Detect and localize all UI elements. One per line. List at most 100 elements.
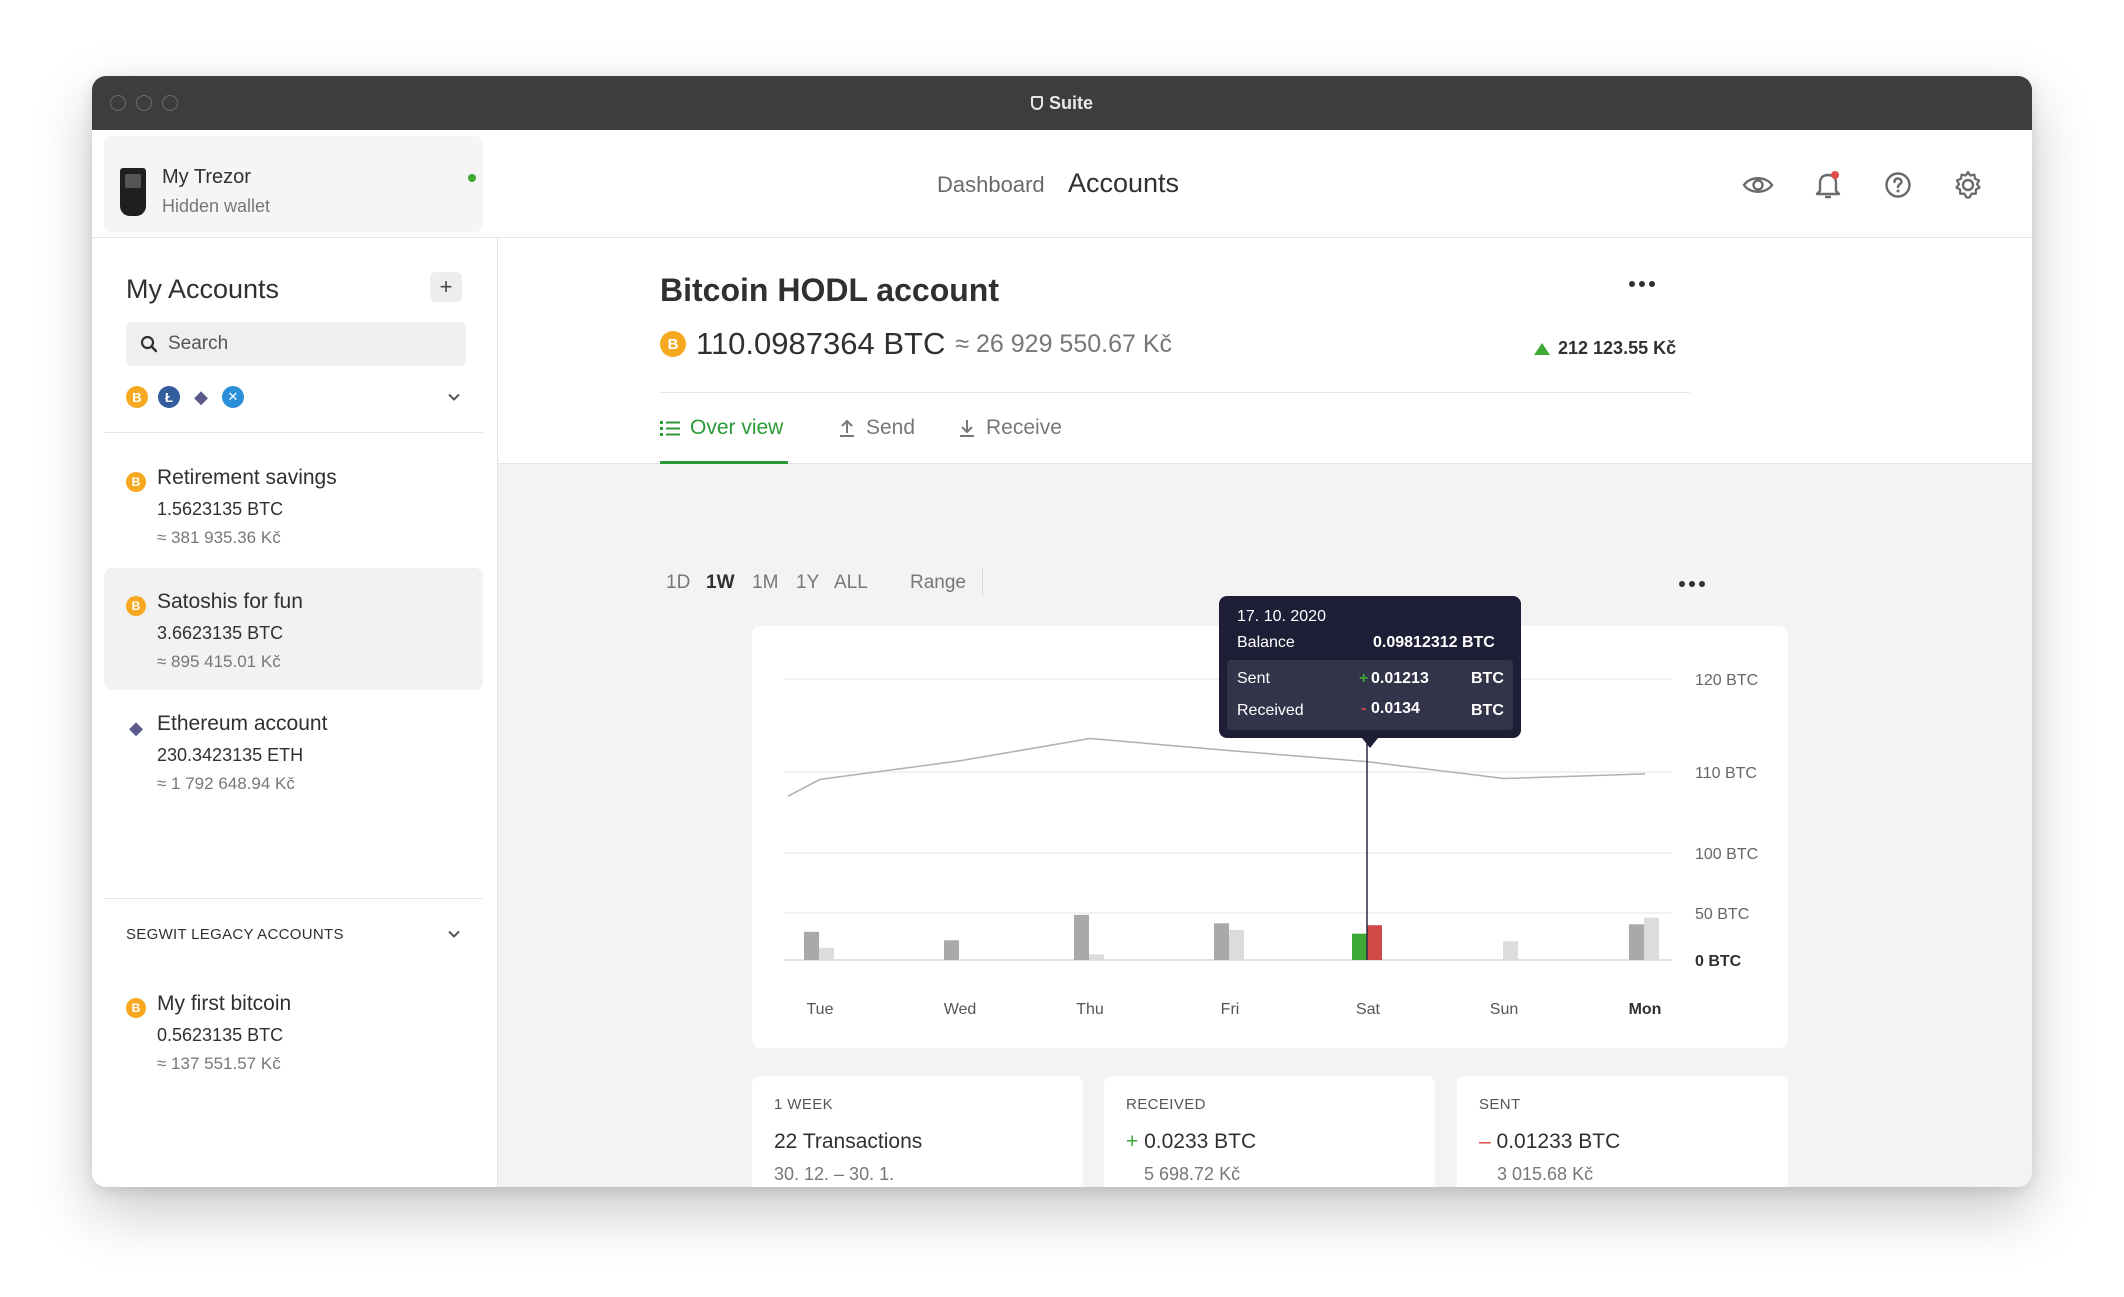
chart-tooltip: 17. 10. 2020 Balance 0.09812312 BTC Sent… bbox=[1219, 596, 1521, 748]
header-divider bbox=[660, 392, 1690, 393]
list-icon bbox=[660, 421, 680, 436]
stat-received: RECEIVED + 0.0233 BTC 5 698.72 Kč bbox=[1104, 1076, 1435, 1187]
eye-icon[interactable] bbox=[1738, 165, 1778, 205]
search-input[interactable] bbox=[168, 322, 458, 366]
tooltip-sent-sign: + bbox=[1359, 670, 1369, 687]
notifications-bell-icon[interactable] bbox=[1808, 165, 1848, 205]
litecoin-filter-icon[interactable]: Ł bbox=[158, 386, 180, 408]
top-bar: My Trezor Hidden wallet Dashboard Accoun… bbox=[92, 130, 2032, 238]
ethereum-icon: ◆ bbox=[129, 717, 143, 738]
bar-received bbox=[1644, 917, 1659, 960]
range-1m[interactable]: 1M bbox=[752, 572, 778, 594]
sidebar-divider bbox=[104, 432, 483, 433]
nav-accounts[interactable]: Accounts bbox=[1068, 168, 1179, 199]
range-1d[interactable]: 1D bbox=[666, 572, 690, 594]
range-custom[interactable]: Range bbox=[910, 572, 966, 594]
x-axis-day-label: Thu bbox=[1076, 1001, 1104, 1018]
add-account-button[interactable]: + bbox=[430, 272, 462, 302]
tab-overview[interactable]: Over view bbox=[660, 416, 783, 440]
bitcoin-icon: B bbox=[126, 998, 146, 1018]
nav-dashboard[interactable]: Dashboard bbox=[937, 172, 1045, 198]
stat-week-caption: 1 WEEK bbox=[774, 1096, 834, 1113]
tab-send[interactable]: Send bbox=[838, 416, 915, 440]
upload-arrow-icon bbox=[840, 419, 854, 437]
tooltip-received-value: 0.0134 bbox=[1371, 700, 1420, 717]
tooltip-received-unit: BTC bbox=[1471, 702, 1504, 719]
help-icon[interactable] bbox=[1878, 165, 1918, 205]
stat-received-sign: + bbox=[1126, 1130, 1139, 1153]
bar-received bbox=[819, 947, 834, 960]
account-fiat: ≈ 137 551.57 Kč bbox=[157, 1054, 281, 1073]
balance-change-value: 212 123.55 Kč bbox=[1558, 338, 1677, 358]
bar-sent bbox=[1074, 914, 1089, 960]
bar-sent bbox=[1629, 924, 1644, 960]
bar-sent bbox=[1352, 933, 1367, 960]
account-title: Bitcoin HODL account bbox=[660, 272, 999, 308]
device-switcher[interactable]: My Trezor Hidden wallet bbox=[104, 136, 483, 232]
device-subtitle: Hidden wallet bbox=[162, 196, 271, 216]
account-item-retirement-savings[interactable]: B Retirement savings 1.5623135 BTC ≈ 381… bbox=[104, 444, 483, 566]
coin-filter: B Ł ◆ ✕ bbox=[126, 386, 244, 408]
chevron-down-icon[interactable] bbox=[447, 927, 461, 941]
x-axis-day-label: Mon bbox=[1629, 1001, 1662, 1018]
account-fiat: ≈ 1 792 648.94 Kč bbox=[157, 774, 295, 793]
account-balance: 1.5623135 BTC bbox=[157, 499, 284, 519]
stat-week-value: 22 Transactions bbox=[774, 1130, 923, 1153]
stat-sent-value-row: – 0.01233 BTC bbox=[1479, 1130, 1620, 1154]
bitcoin-filter-icon[interactable]: B bbox=[126, 386, 148, 408]
download-arrow-icon bbox=[960, 420, 974, 437]
range-1w[interactable]: 1W bbox=[706, 572, 735, 594]
range-separator bbox=[982, 568, 983, 596]
ethereum-filter-icon[interactable]: ◆ bbox=[190, 386, 212, 408]
x-axis-day-label: Sat bbox=[1356, 1001, 1381, 1018]
account-fiat: ≈ 895 415.01 Kč bbox=[157, 652, 281, 671]
chevron-down-icon[interactable] bbox=[447, 390, 461, 404]
account-item-ethereum-account[interactable]: ◆ Ethereum account 230.3423135 ETH ≈ 1 7… bbox=[104, 690, 483, 812]
x-axis-day-label: Sun bbox=[1490, 1001, 1518, 1018]
tab-receive-label: Receive bbox=[986, 416, 1062, 439]
stat-sent: SENT – 0.01233 BTC 3 015.68 Kč bbox=[1457, 1076, 1788, 1187]
x-axis-day-label: Fri bbox=[1221, 1001, 1240, 1018]
bar-received bbox=[1229, 929, 1244, 960]
sidebar-divider bbox=[104, 898, 483, 899]
tooltip-balance-value: 0.09812312 BTC bbox=[1373, 634, 1495, 651]
tooltip-sent-value: 0.01213 bbox=[1371, 670, 1429, 687]
tab-overview-label: Over view bbox=[690, 416, 784, 439]
y-axis-tick-label: 110 BTC bbox=[1695, 765, 1757, 782]
tooltip-received-label: Received bbox=[1237, 702, 1304, 719]
accounts-sidebar: My Accounts + B Ł ◆ ✕ B Retirement savin… bbox=[92, 238, 498, 1187]
account-more-icon[interactable] bbox=[1622, 274, 1662, 294]
x-axis-day-label: Tue bbox=[807, 1001, 834, 1018]
stat-week: 1 WEEK 22 Transactions 30. 12. – 30. 1. bbox=[752, 1076, 1083, 1187]
bar-received bbox=[1367, 925, 1382, 960]
range-all[interactable]: ALL bbox=[834, 572, 868, 594]
tooltip-sent-unit: BTC bbox=[1471, 670, 1504, 687]
tooltip-sent-label: Sent bbox=[1237, 670, 1270, 687]
tooltip-pointer bbox=[1362, 738, 1378, 748]
balance-change: 212 123.55 Kč bbox=[1534, 338, 1676, 359]
range-1y[interactable]: 1Y bbox=[796, 572, 819, 594]
account-item-my-first-bitcoin[interactable]: B My first bitcoin 0.5623135 BTC ≈ 137 5… bbox=[104, 970, 483, 1092]
legacy-accounts-heading[interactable]: SEGWIT LEGACY ACCOUNTS bbox=[126, 926, 344, 943]
bitcoin-icon: B bbox=[126, 472, 146, 492]
bar-received bbox=[1503, 941, 1518, 960]
search-icon bbox=[140, 335, 158, 353]
ripple-filter-icon[interactable]: ✕ bbox=[222, 386, 244, 408]
account-item-satoshis-for-fun[interactable]: B Satoshis for fun 3.6623135 BTC ≈ 895 4… bbox=[104, 568, 483, 690]
account-balance: 0.5623135 BTC bbox=[157, 1025, 284, 1045]
stat-received-value: 0.0233 BTC bbox=[1144, 1130, 1257, 1153]
bar-received bbox=[1089, 954, 1104, 960]
device-connected-status-icon bbox=[468, 174, 476, 182]
tooltip-date: 17. 10. 2020 bbox=[1237, 608, 1326, 625]
stat-sent-fiat: 3 015.68 Kč bbox=[1497, 1164, 1594, 1184]
stat-received-fiat: 5 698.72 Kč bbox=[1144, 1164, 1241, 1184]
account-balance: 230.3423135 ETH bbox=[157, 745, 304, 765]
device-name: My Trezor bbox=[162, 166, 251, 188]
settings-gear-icon[interactable] bbox=[1948, 165, 1988, 205]
chart-more-icon[interactable] bbox=[1672, 574, 1712, 594]
tab-receive[interactable]: Receive bbox=[958, 416, 1062, 440]
account-search bbox=[126, 322, 466, 366]
window-title-text: Suite bbox=[1048, 92, 1093, 113]
x-axis-day-label: Wed bbox=[944, 1001, 977, 1018]
stat-received-value-row: + 0.0233 BTC bbox=[1126, 1130, 1256, 1154]
